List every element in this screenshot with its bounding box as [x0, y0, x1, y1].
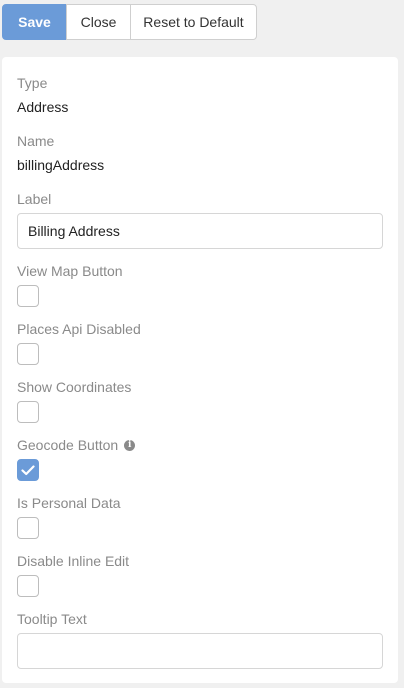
disable-inline-edit-checkbox[interactable]: [17, 575, 39, 597]
places-api-disabled-checkbox[interactable]: [17, 343, 39, 365]
field-name-label: Name: [17, 133, 55, 149]
field-places-api-disabled: Places Api Disabled: [17, 320, 383, 365]
geocode-button-label: Geocode Button: [17, 437, 119, 453]
show-coordinates-checkbox[interactable]: [17, 401, 39, 423]
view-map-button-label: View Map Button: [17, 263, 123, 279]
close-button[interactable]: Close: [66, 4, 131, 40]
field-geocode-button: Geocode Button i: [17, 436, 383, 481]
field-type: Type Address: [17, 74, 383, 116]
field-type-value: Address: [17, 99, 69, 115]
tooltip-text-input[interactable]: [17, 633, 383, 669]
places-api-disabled-label: Places Api Disabled: [17, 321, 141, 337]
checkmark-icon: [21, 464, 35, 475]
field-tooltip-text: Tooltip Text: [17, 610, 383, 669]
is-personal-data-label: Is Personal Data: [17, 495, 121, 511]
info-icon[interactable]: i: [124, 439, 136, 451]
field-label-label: Label: [17, 191, 52, 207]
field-show-coordinates: Show Coordinates: [17, 378, 383, 423]
save-button[interactable]: Save: [2, 4, 67, 40]
geocode-button-label-row: Geocode Button i: [17, 436, 383, 454]
geocode-button-checkbox[interactable]: [17, 459, 39, 481]
view-map-button-checkbox[interactable]: [17, 285, 39, 307]
field-is-personal-data: Is Personal Data: [17, 494, 383, 539]
label-input[interactable]: [17, 213, 383, 249]
show-coordinates-label: Show Coordinates: [17, 379, 132, 395]
toolbar: Save Close Reset to Default: [2, 4, 257, 40]
field-view-map-button: View Map Button: [17, 262, 383, 307]
is-personal-data-checkbox[interactable]: [17, 517, 39, 539]
field-name: Name billingAddress: [17, 132, 383, 174]
reset-to-default-button[interactable]: Reset to Default: [130, 4, 257, 40]
field-disable-inline-edit: Disable Inline Edit: [17, 552, 383, 597]
tooltip-text-label: Tooltip Text: [17, 611, 87, 627]
disable-inline-edit-label: Disable Inline Edit: [17, 553, 130, 569]
field-label: Label: [17, 190, 383, 249]
field-properties-panel: Type Address Name billingAddress Label V…: [2, 57, 398, 683]
field-type-label: Type: [17, 75, 48, 91]
field-name-value: billingAddress: [17, 157, 105, 173]
